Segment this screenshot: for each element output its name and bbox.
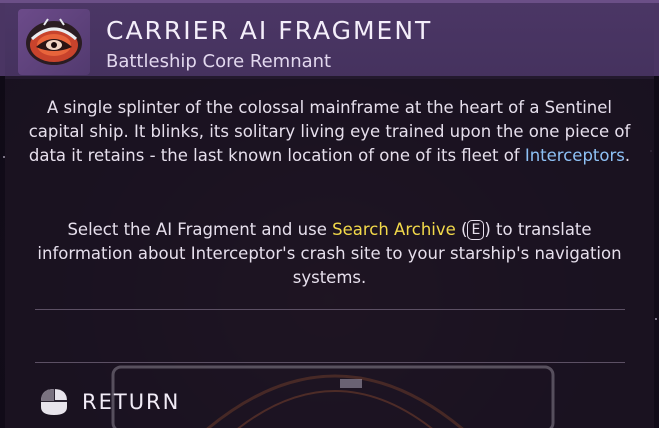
game-screen: CARRIER AI FRAGMENT Battleship Core Remn… [0,0,659,428]
instruction-text: Select the AI Fragment and use [67,220,333,239]
e-key-icon: E [467,220,485,240]
item-description: A single splinter of the colossal mainfr… [27,96,632,168]
interceptors-link: Interceptors [524,146,625,165]
usage-instruction: Select the AI Fragment and use Search Ar… [27,218,632,290]
ai-fragment-eye-icon [18,9,90,75]
item-header: CARRIER AI FRAGMENT Battleship Core Remn… [0,0,659,79]
description-end: . [624,146,631,165]
return-button[interactable]: RETURN [37,384,180,420]
item-description-panel: A single splinter of the colossal mainfr… [5,76,654,428]
item-title: CARRIER AI FRAGMENT [106,16,433,45]
divider [35,309,625,310]
divider [35,362,625,363]
mouse-click-icon [37,387,71,417]
return-label: RETURN [82,390,181,414]
instruction-paren: ( [455,220,468,239]
search-archive-action: Search Archive [332,220,456,239]
star [655,318,657,320]
item-subtitle: Battleship Core Remnant [106,51,332,72]
